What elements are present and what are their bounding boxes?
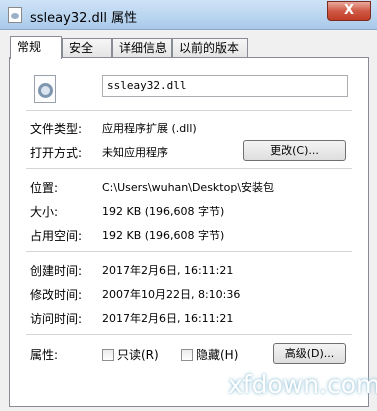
general-tab-panel: ssleay32.dll 文件类型: 应用程序扩展 (.dll) 打开方式: 未… <box>9 57 369 407</box>
location-value: C:\Users\wuhan\Desktop\安装包 <box>102 181 275 194</box>
created-value: 2017年2月6日, 16:11:21 <box>102 264 234 277</box>
dll-file-icon <box>8 7 22 23</box>
file-type-label: 文件类型: <box>30 122 83 136</box>
readonly-checkbox[interactable]: 只读(R) <box>102 346 159 362</box>
close-button[interactable]: X <box>327 1 371 21</box>
size-label: 大小: <box>30 205 59 219</box>
created-label: 创建时间: <box>30 264 83 278</box>
accessed-label: 访问时间: <box>30 312 83 326</box>
opens-with-value: 未知应用程序 <box>102 146 168 159</box>
title-bar[interactable]: ssleay32.dll 属性 X <box>0 0 377 30</box>
tab-previous-versions[interactable]: 以前的版本 <box>172 38 248 58</box>
readonly-checkbox-box[interactable] <box>102 348 114 361</box>
file-type-value: 应用程序扩展 (.dll) <box>102 122 197 135</box>
separator <box>26 334 352 335</box>
separator <box>26 168 352 169</box>
window-title: ssleay32.dll 属性 <box>30 11 138 26</box>
tab-general[interactable]: 常规 <box>10 36 62 59</box>
change-button[interactable]: 更改(C)... <box>243 140 346 161</box>
modified-value: 2007年10月22日, 8:10:36 <box>102 288 241 301</box>
filename-field[interactable]: ssleay32.dll <box>102 75 348 97</box>
modified-label: 修改时间: <box>30 288 83 302</box>
tab-details[interactable]: 详细信息 <box>112 38 172 58</box>
size-on-disk-value: 192 KB (196,608 字节) <box>102 229 225 242</box>
readonly-checkbox-label[interactable]: 只读(R) <box>117 348 159 362</box>
advanced-button[interactable]: 高级(D)... <box>273 343 346 364</box>
hidden-checkbox[interactable]: 隐藏(H) <box>181 346 238 362</box>
hidden-checkbox-box[interactable] <box>181 348 193 361</box>
separator <box>26 251 352 252</box>
location-label: 位置: <box>30 181 59 195</box>
attributes-label: 属性: <box>30 348 59 362</box>
opens-with-label: 打开方式: <box>30 146 83 160</box>
size-value: 192 KB (196,608 字节) <box>102 205 225 218</box>
hidden-checkbox-label[interactable]: 隐藏(H) <box>196 348 238 362</box>
tab-security[interactable]: 安全 <box>62 38 112 58</box>
size-on-disk-label: 占用空间: <box>30 229 83 243</box>
separator <box>26 110 352 111</box>
dll-file-gear-icon <box>34 75 56 103</box>
site-watermark: xfdown.com <box>228 370 377 399</box>
accessed-value: 2017年2月6日, 16:11:21 <box>102 312 234 325</box>
